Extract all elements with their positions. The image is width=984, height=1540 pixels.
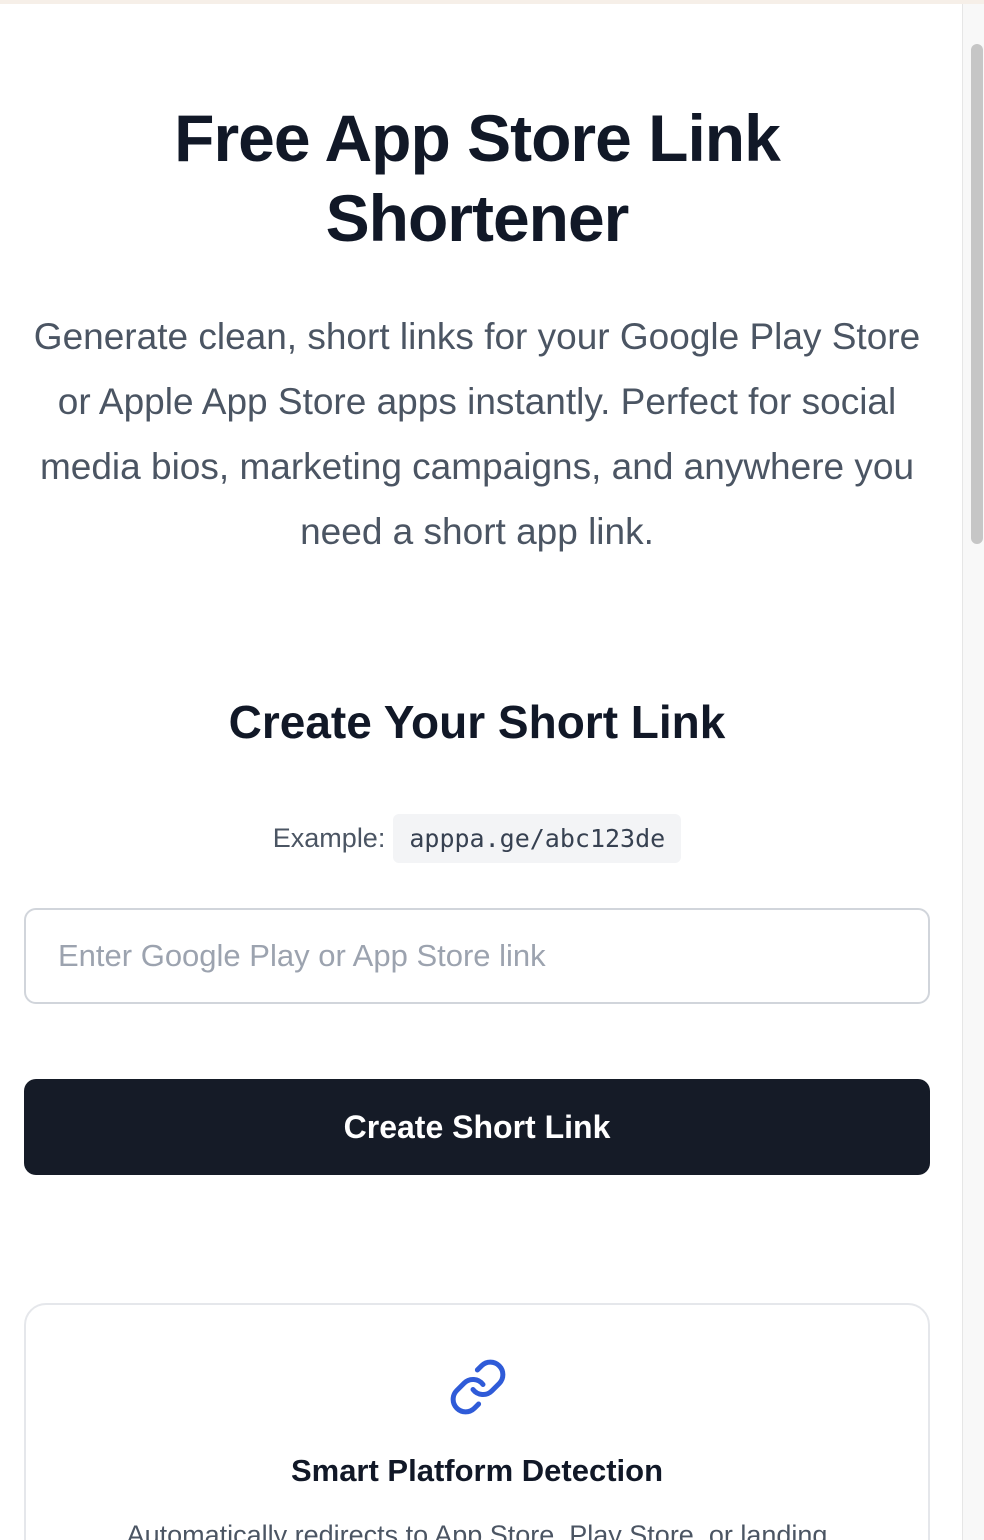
hero-description: Generate clean, short links for your Goo…: [33, 316, 921, 552]
create-short-link-button[interactable]: Create Short Link: [24, 1079, 930, 1175]
link-icon: [450, 1359, 506, 1415]
example-link: apppa.ge/abc123de: [393, 814, 682, 863]
page-title-line-1: Free App Store Link: [174, 101, 781, 175]
app-link-input[interactable]: [24, 908, 930, 1004]
example-row: Example: apppa.ge/abc123de: [0, 814, 954, 863]
scrollbar[interactable]: [962, 4, 984, 1540]
feature-title: Smart Platform Detection: [290, 1453, 664, 1488]
scrollbar-thumb[interactable]: [971, 44, 983, 544]
page-title: Free App Store Link Shortener: [60, 98, 894, 258]
page: Free App Store Link Shortener Generate cl…: [0, 0, 984, 1540]
feature-description: Automatically redirects to App Store, Pl…: [126, 1520, 828, 1540]
page-title-line-2: Shortener: [325, 181, 630, 255]
example-label: Example:: [272, 823, 386, 853]
feature-card: Smart Platform Detection Automatically r…: [24, 1303, 930, 1540]
main-content: Free App Store Link Shortener Generate cl…: [0, 0, 962, 1540]
form-title: Create Your Short Link: [228, 696, 726, 748]
